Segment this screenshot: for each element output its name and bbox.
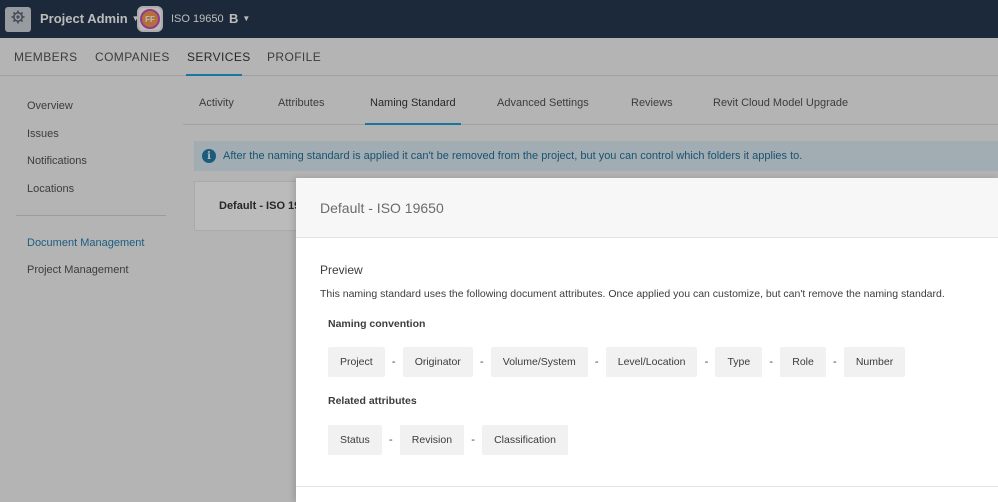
- naming-standard-modal: Default - ISO 19650 Preview This naming …: [296, 178, 998, 502]
- separator: -: [388, 434, 393, 446]
- attribute-chip: Role: [780, 347, 826, 377]
- related-attributes-row: Status - Revision - Classification: [328, 425, 568, 455]
- separator: -: [479, 356, 484, 368]
- attribute-chip: Classification: [482, 425, 568, 455]
- attribute-chip: Type: [715, 347, 763, 377]
- separator: -: [769, 356, 774, 368]
- related-attributes-label: Related attributes: [328, 395, 417, 407]
- attribute-chip: Volume/System: [490, 347, 588, 377]
- attribute-chip: Status: [328, 425, 382, 455]
- separator: -: [833, 356, 837, 368]
- attribute-chip: Originator: [402, 347, 473, 377]
- attribute-chip: Revision: [399, 425, 465, 455]
- naming-convention-row: Project - Originator - Volume/System - L…: [328, 347, 906, 377]
- separator: -: [704, 356, 709, 368]
- separator: -: [391, 356, 396, 368]
- naming-convention-label: Naming convention: [328, 318, 426, 330]
- separator: -: [471, 434, 475, 446]
- preview-heading: Preview: [320, 263, 363, 277]
- attribute-chip: Level/Location: [605, 347, 698, 377]
- modal-title: Default - ISO 19650: [320, 200, 444, 216]
- attribute-chip: Project: [328, 347, 385, 377]
- attribute-chip: Number: [843, 347, 906, 377]
- preview-description: This naming standard uses the following …: [320, 288, 945, 300]
- modal-footer-divider: [296, 486, 998, 487]
- separator: -: [594, 356, 599, 368]
- modal-header: Default - ISO 19650: [296, 178, 998, 238]
